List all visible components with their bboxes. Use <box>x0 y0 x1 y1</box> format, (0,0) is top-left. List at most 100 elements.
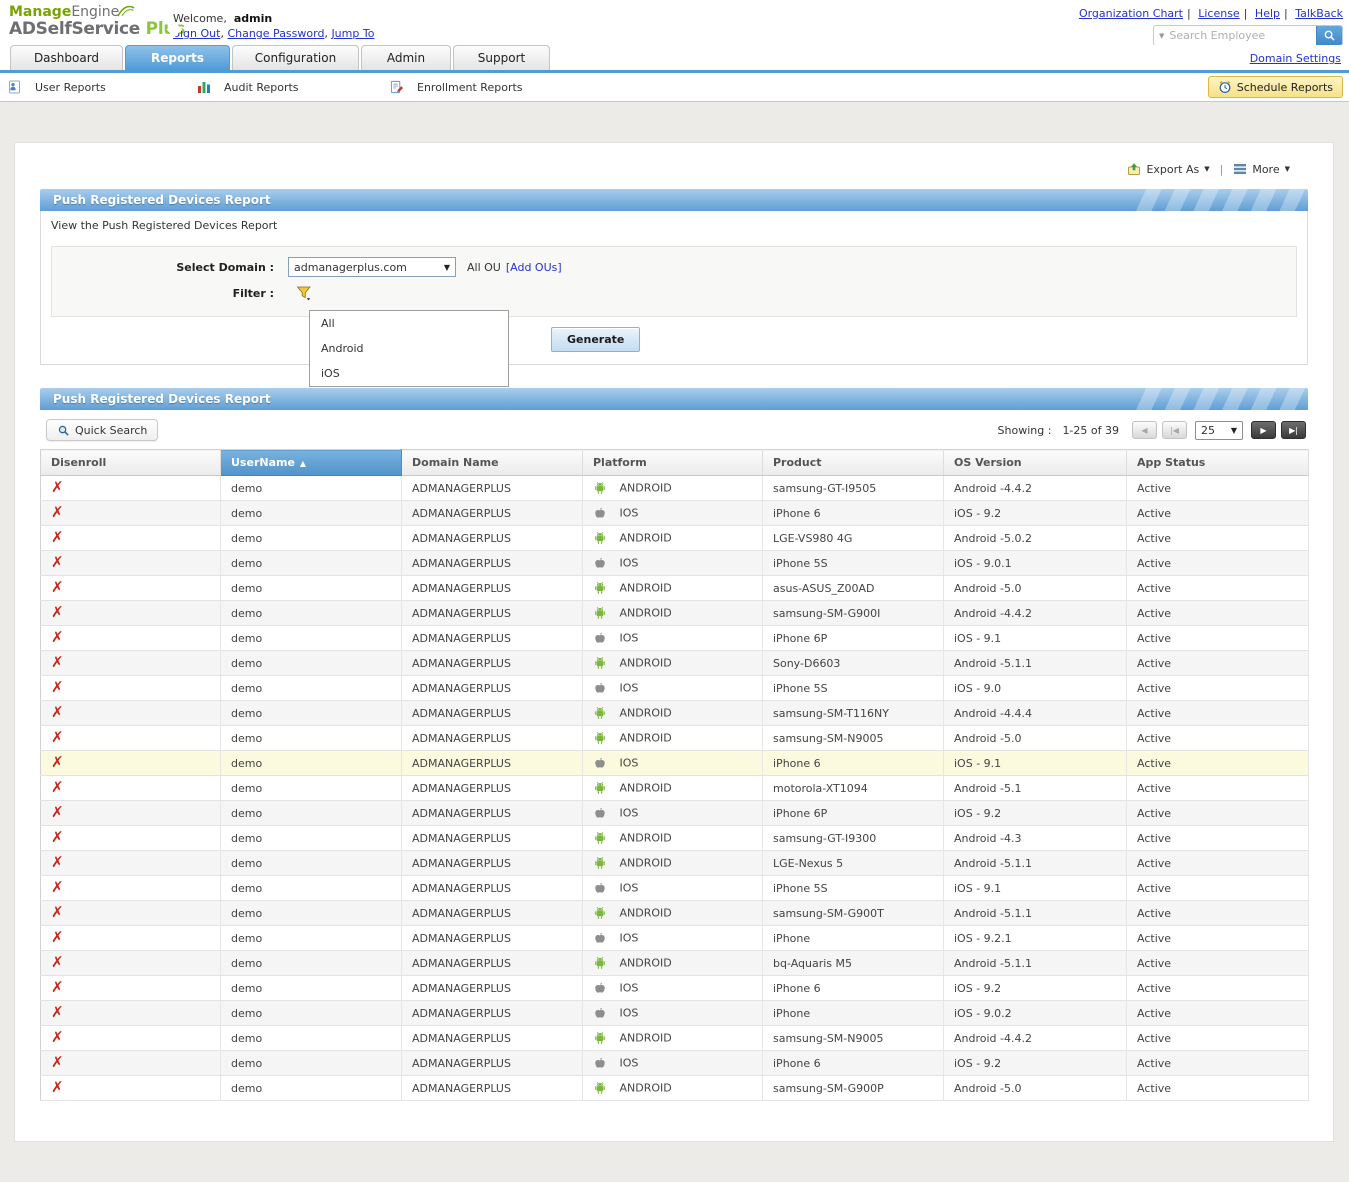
apple-icon <box>593 1056 607 1070</box>
apple-icon <box>593 881 607 895</box>
separator: | <box>1187 7 1191 20</box>
disenroll-x-icon[interactable]: ✗ <box>51 981 64 994</box>
page-size-select[interactable]: 25 ▼ <box>1195 421 1243 440</box>
cell-platform: ANDROID <box>583 601 763 626</box>
tab-reports[interactable]: Reports <box>125 45 230 70</box>
add-ous-link[interactable]: [Add OUs] <box>506 261 562 274</box>
domain-settings-link[interactable]: Domain Settings <box>1250 52 1341 65</box>
disenroll-x-icon[interactable]: ✗ <box>51 881 64 894</box>
search-scope-caret-icon[interactable]: ▼ <box>1154 32 1169 40</box>
talkback-link[interactable]: TalkBack <box>1295 7 1343 20</box>
disenroll-x-icon[interactable]: ✗ <box>51 606 64 619</box>
cell-os-version: iOS - 9.2 <box>944 976 1127 1001</box>
jump-to-link[interactable]: Jump To <box>331 27 374 40</box>
table-row: ✗ demo ADMANAGERPLUS ANDROID samsung-GT-… <box>41 476 1309 501</box>
disenroll-x-icon[interactable]: ✗ <box>51 806 64 819</box>
disenroll-x-icon[interactable]: ✗ <box>51 781 64 794</box>
disenroll-x-icon[interactable]: ✗ <box>51 581 64 594</box>
column-header-domain-name[interactable]: Domain Name <box>402 450 583 476</box>
chevron-down-icon: ▼ <box>1231 426 1237 435</box>
cell-product: iPhone 5S <box>763 876 944 901</box>
disenroll-x-icon[interactable]: ✗ <box>51 506 64 519</box>
cell-username: demo <box>221 676 402 701</box>
filter-option-all[interactable]: All <box>310 311 508 336</box>
disenroll-x-icon[interactable]: ✗ <box>51 1006 64 1019</box>
filter-option-ios[interactable]: iOS <box>310 361 508 386</box>
cell-product: iPhone 6 <box>763 751 944 776</box>
cell-username: demo <box>221 851 402 876</box>
disenroll-x-icon[interactable]: ✗ <box>51 681 64 694</box>
column-header-os-version[interactable]: OS Version <box>944 450 1127 476</box>
export-as-button[interactable]: Export As ▼ <box>1127 162 1209 176</box>
apple-icon <box>593 931 607 945</box>
table-row: ✗ demo ADMANAGERPLUS IOS iPhone 6 iOS - … <box>41 501 1309 526</box>
cell-app-status: Active <box>1127 1001 1309 1026</box>
subnav-audit-reports[interactable]: Audit Reports <box>197 80 390 94</box>
filter-option-android[interactable]: Android <box>310 336 508 361</box>
employee-search-input[interactable] <box>1169 29 1316 42</box>
next-page-button[interactable]: ▶ <box>1251 421 1276 439</box>
column-header-platform[interactable]: Platform <box>583 450 763 476</box>
cell-app-status: Active <box>1127 801 1309 826</box>
cell-product: iPhone 6P <box>763 801 944 826</box>
column-header-product[interactable]: Product <box>763 450 944 476</box>
column-header-disenroll[interactable]: Disenroll <box>41 450 221 476</box>
tab-admin[interactable]: Admin <box>361 45 451 70</box>
subnav-enrollment-reports[interactable]: Enrollment Reports <box>390 80 523 94</box>
showing-range: 1-25 of 39 <box>1062 424 1119 437</box>
disenroll-x-icon[interactable]: ✗ <box>51 731 64 744</box>
help-link[interactable]: Help <box>1255 7 1280 20</box>
table-row: ✗ demo ADMANAGERPLUS ANDROID Sony-D6603 … <box>41 651 1309 676</box>
reports-subnav: User Reports Audit Reports Enrollment Re… <box>0 73 1349 102</box>
quick-search-button[interactable]: Quick Search <box>46 419 158 441</box>
cell-username: demo <box>221 1001 402 1026</box>
column-header-app-status[interactable]: App Status <box>1127 450 1309 476</box>
cell-username: demo <box>221 976 402 1001</box>
disenroll-x-icon[interactable]: ✗ <box>51 481 64 494</box>
organization-chart-link[interactable]: Organization Chart <box>1079 7 1183 20</box>
cell-username: demo <box>221 501 402 526</box>
table-row: ✗ demo ADMANAGERPLUS IOS iPhone 5S iOS -… <box>41 551 1309 576</box>
filter-funnel-icon[interactable] <box>296 285 313 304</box>
tab-support[interactable]: Support <box>453 45 550 70</box>
subnav-user-reports[interactable]: User Reports <box>8 80 197 94</box>
disenroll-x-icon[interactable]: ✗ <box>51 756 64 769</box>
cell-product: samsung-SM-T116NY <box>763 701 944 726</box>
schedule-reports-button[interactable]: Schedule Reports <box>1208 76 1343 98</box>
tab-configuration[interactable]: Configuration <box>232 45 359 70</box>
disenroll-x-icon[interactable]: ✗ <box>51 531 64 544</box>
license-link[interactable]: License <box>1198 7 1239 20</box>
table-row: ✗ demo ADMANAGERPLUS IOS iPhone 6P iOS -… <box>41 626 1309 651</box>
disenroll-x-icon[interactable]: ✗ <box>51 831 64 844</box>
prev-page-button[interactable]: ◀ <box>1132 421 1157 439</box>
disenroll-x-icon[interactable]: ✗ <box>51 1031 64 1044</box>
column-header-username[interactable]: UserName▲ <box>221 450 402 476</box>
showing-label: Showing : <box>998 424 1052 437</box>
disenroll-x-icon[interactable]: ✗ <box>51 906 64 919</box>
platform-label: ANDROID <box>620 857 672 870</box>
domain-select[interactable]: admanagerplus.com ▼ <box>288 257 456 277</box>
last-page-button[interactable]: ▶| <box>1281 421 1306 439</box>
user-report-icon <box>8 80 22 94</box>
disenroll-x-icon[interactable]: ✗ <box>51 1056 64 1069</box>
disenroll-x-icon[interactable]: ✗ <box>51 931 64 944</box>
main-nav-tabs: Dashboard Reports Configuration Admin Su… <box>0 45 1349 73</box>
change-password-link[interactable]: Change Password <box>227 27 324 40</box>
disenroll-x-icon[interactable]: ✗ <box>51 631 64 644</box>
disenroll-x-icon[interactable]: ✗ <box>51 556 64 569</box>
export-icon <box>1127 162 1141 176</box>
disenroll-x-icon[interactable]: ✗ <box>51 1081 64 1094</box>
first-page-button[interactable]: |◀ <box>1162 421 1187 439</box>
table-row: ✗ demo ADMANAGERPLUS IOS iPhone 5S iOS -… <box>41 876 1309 901</box>
disenroll-x-icon[interactable]: ✗ <box>51 956 64 969</box>
more-button[interactable]: More ▼ <box>1233 163 1290 176</box>
generate-button[interactable]: Generate <box>551 327 640 352</box>
tab-dashboard[interactable]: Dashboard <box>10 45 123 70</box>
separator: , <box>220 27 224 40</box>
disenroll-x-icon[interactable]: ✗ <box>51 656 64 669</box>
search-button[interactable] <box>1316 25 1342 46</box>
disenroll-x-icon[interactable]: ✗ <box>51 856 64 869</box>
disenroll-x-icon[interactable]: ✗ <box>51 706 64 719</box>
table-body: ✗ demo ADMANAGERPLUS ANDROID samsung-GT-… <box>41 476 1309 1101</box>
cell-app-status: Active <box>1127 826 1309 851</box>
